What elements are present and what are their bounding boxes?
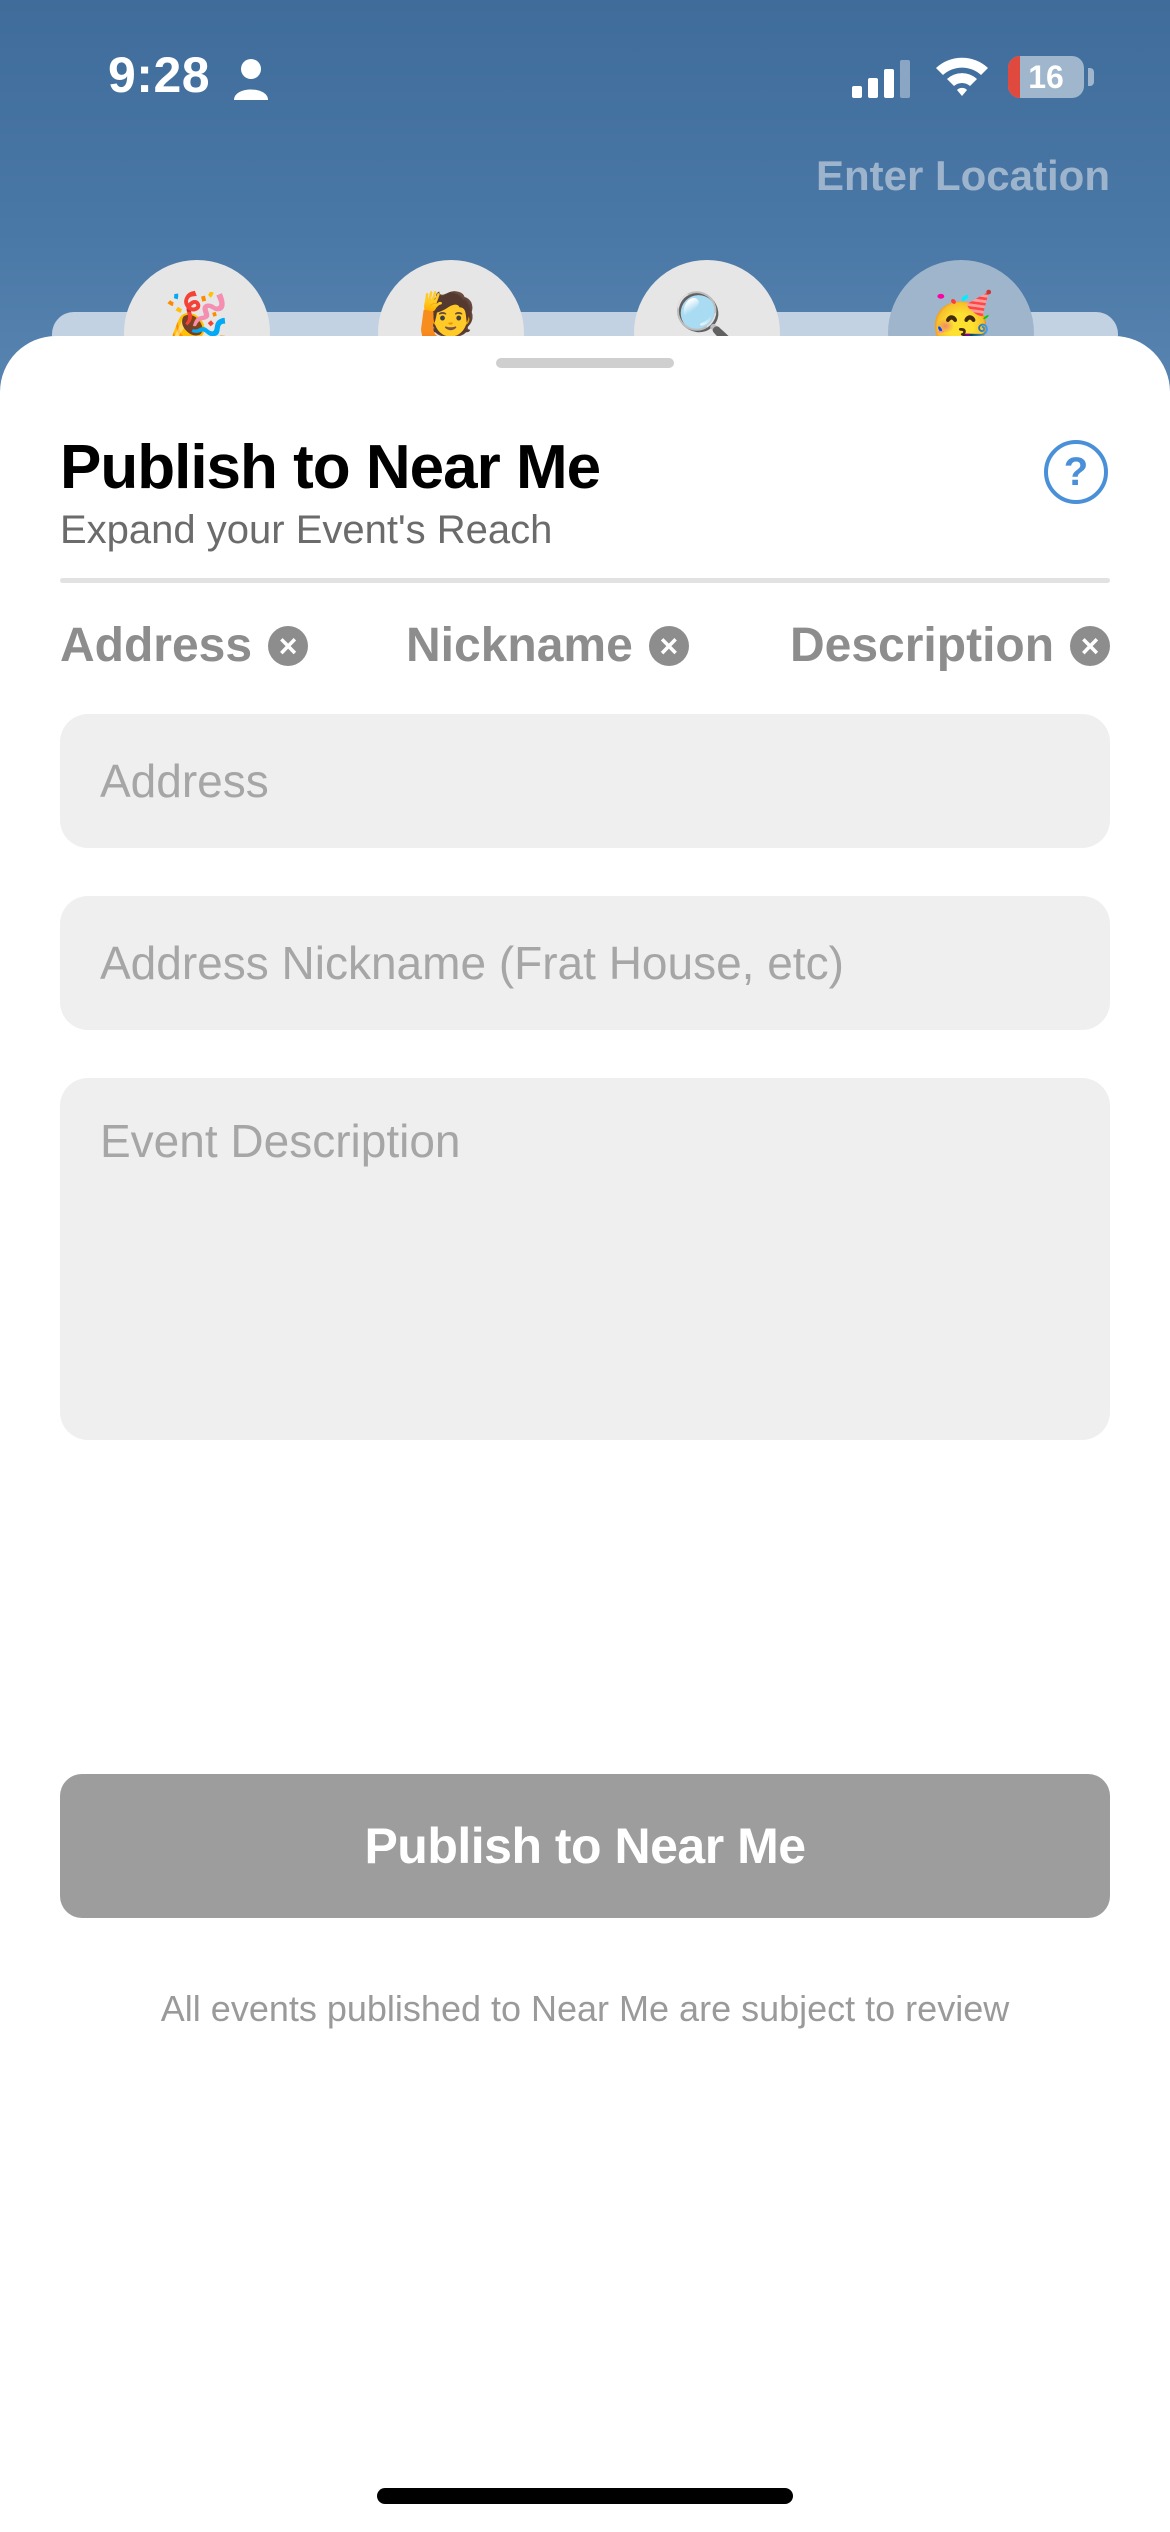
- publish-sheet: Publish to Near Me Expand your Event's R…: [0, 336, 1170, 2532]
- chip-description: Description ×: [790, 618, 1111, 673]
- help-button[interactable]: ?: [1044, 440, 1108, 504]
- publish-button[interactable]: Publish to Near Me: [60, 1774, 1110, 1918]
- clear-description-icon[interactable]: ×: [1070, 625, 1111, 666]
- clear-address-icon[interactable]: ×: [268, 625, 309, 666]
- clear-nickname-icon[interactable]: ×: [648, 625, 689, 666]
- sheet-grabber[interactable]: [496, 358, 674, 368]
- wifi-icon: [936, 57, 988, 96]
- home-indicator: [377, 2488, 793, 2504]
- battery-percent: 16: [1028, 59, 1064, 95]
- enter-location-button[interactable]: Enter Location: [816, 152, 1110, 200]
- address-input[interactable]: [60, 714, 1110, 848]
- status-time: 9:28: [108, 47, 211, 103]
- cellular-signal-icon: [852, 60, 910, 98]
- chip-description-label: Description: [790, 619, 1055, 672]
- page-title: Publish to Near Me: [60, 433, 601, 502]
- description-input[interactable]: [60, 1078, 1110, 1440]
- chip-nickname-label: Nickname: [406, 619, 633, 672]
- chip-address: Address ×: [60, 618, 309, 673]
- page-subtitle: Expand your Event's Reach: [60, 508, 553, 552]
- nickname-input[interactable]: [60, 896, 1110, 1030]
- divider: [60, 578, 1110, 583]
- chip-nickname: Nickname ×: [406, 618, 689, 673]
- battery-cap: [1088, 68, 1094, 86]
- chip-address-label: Address: [60, 619, 253, 672]
- person-icon: [234, 59, 268, 100]
- battery-icon: 16: [1008, 56, 1084, 98]
- review-note: All events published to Near Me are subj…: [160, 1988, 1010, 2029]
